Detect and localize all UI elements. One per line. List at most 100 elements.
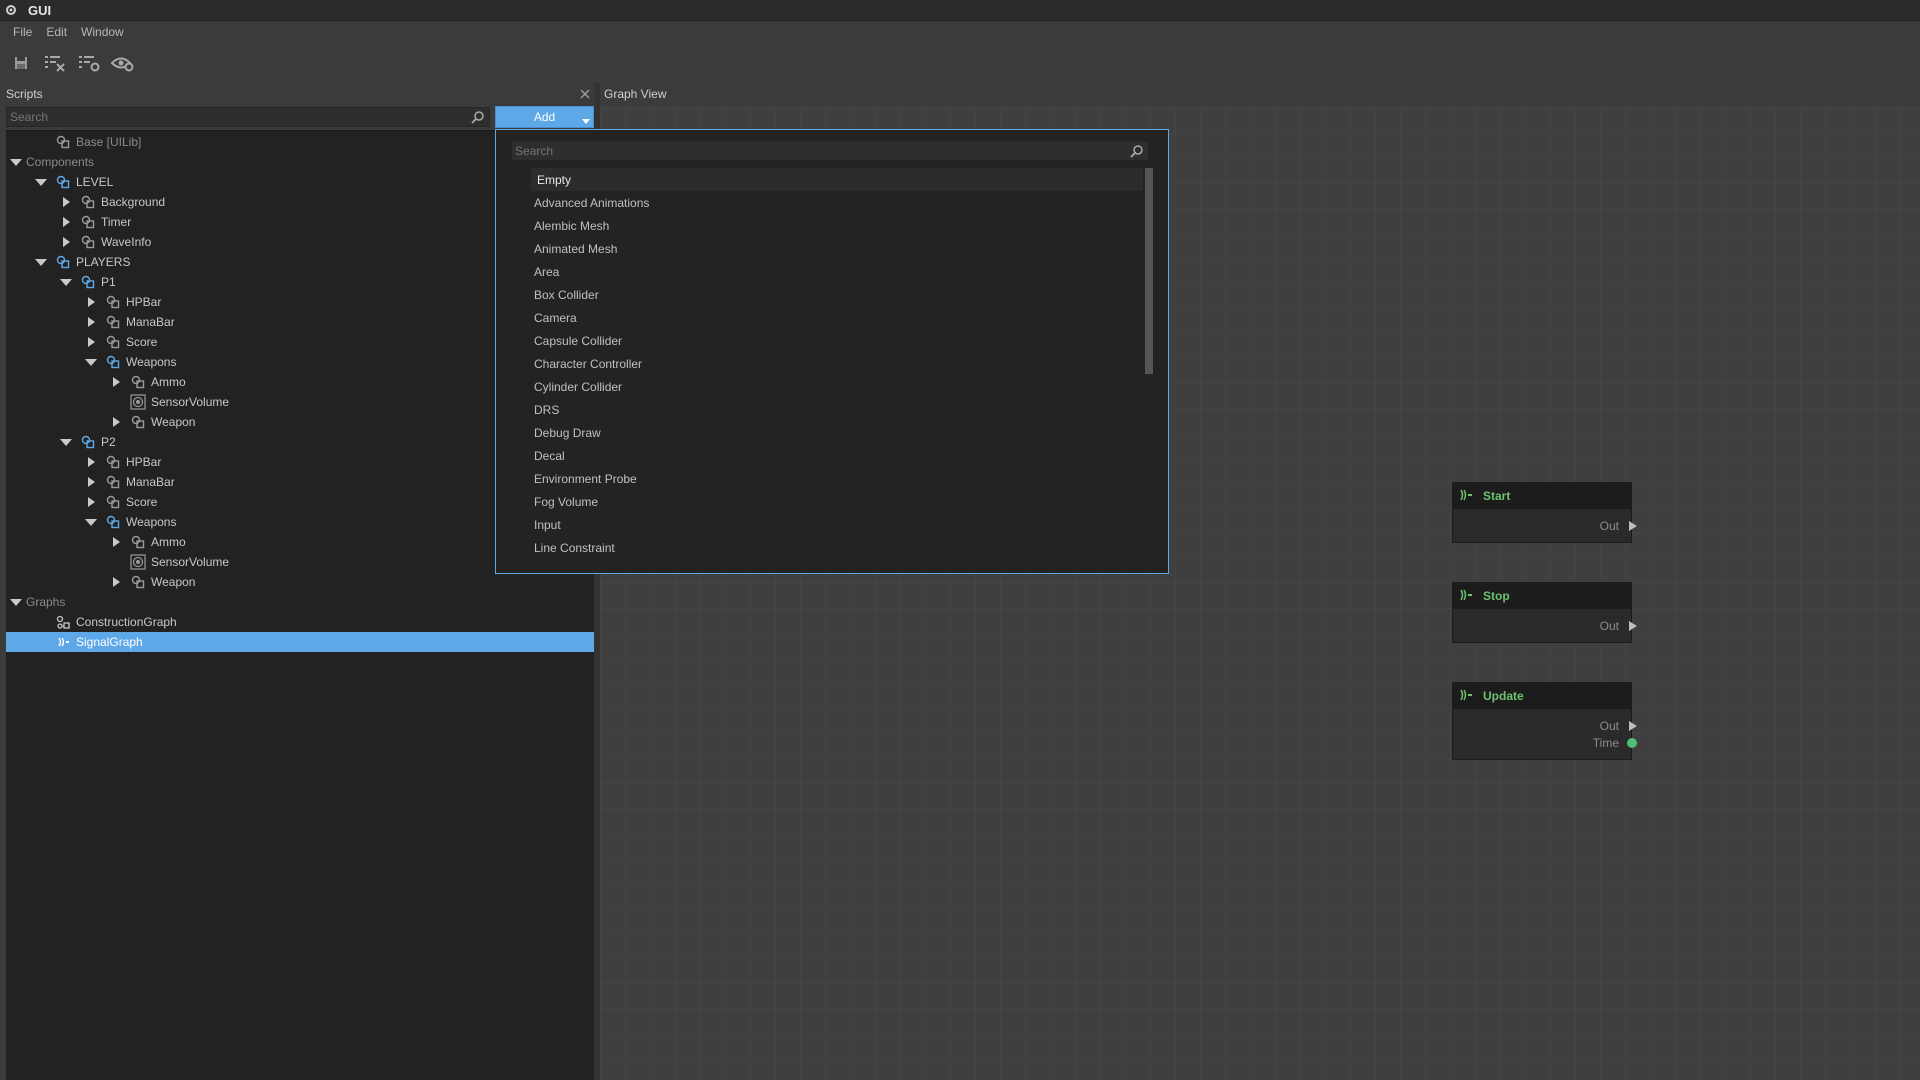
search-icon[interactable] <box>471 110 485 127</box>
component-blue-icon <box>80 434 96 450</box>
add-button[interactable]: Add <box>495 106 594 128</box>
tree-item-label: Ammo <box>151 375 186 389</box>
collapsed-arrow-icon[interactable] <box>85 296 97 308</box>
expanded-arrow-icon[interactable] <box>35 176 47 188</box>
tree-item-weapon[interactable]: Weapon <box>6 572 594 592</box>
collapsed-arrow-icon[interactable] <box>85 456 97 468</box>
collapsed-arrow-icon[interactable] <box>110 376 122 388</box>
component-blue-icon <box>55 174 71 190</box>
tree-item-constructiongraph[interactable]: ConstructionGraph <box>6 612 594 632</box>
tree-item-label: Timer <box>101 215 132 229</box>
save-button[interactable] <box>8 50 34 76</box>
dropdown-arrow-icon <box>582 119 590 124</box>
popup-item-input[interactable]: Input <box>531 513 1143 536</box>
popup-search-input[interactable] <box>512 142 1112 160</box>
port-label: Out <box>1599 518 1619 533</box>
component-icon <box>105 334 121 350</box>
tree-item-graphs[interactable]: Graphs <box>6 592 594 612</box>
popup-item-camera[interactable]: Camera <box>531 306 1143 329</box>
tree-item-label: Background <box>101 195 166 209</box>
popup-item-area[interactable]: Area <box>531 260 1143 283</box>
node-port-out: Out <box>1453 517 1637 534</box>
popup-item-decal[interactable]: Decal <box>531 444 1143 467</box>
port-label: Out <box>1599 618 1619 633</box>
window-title: GUI <box>28 2 52 18</box>
graph-node-start[interactable]: Start Out <box>1452 482 1637 543</box>
collapsed-arrow-icon[interactable] <box>85 336 97 348</box>
tree-item-label: WaveInfo <box>101 235 152 249</box>
search-icon[interactable] <box>1130 144 1144 161</box>
popup-search-box <box>511 141 1149 161</box>
tree-item-label: Base [UILib] <box>76 135 142 149</box>
node-port-out: Out <box>1453 617 1637 634</box>
popup-item-environment-probe[interactable]: Environment Probe <box>531 467 1143 490</box>
menu-file[interactable]: File <box>6 25 39 39</box>
component-icon <box>130 574 146 590</box>
node-header[interactable]: Start <box>1453 483 1631 509</box>
popup-item-empty[interactable]: Empty <box>531 168 1143 191</box>
list-settings-button[interactable] <box>76 50 102 76</box>
graph-node-update[interactable]: Update Out Time <box>1452 682 1637 760</box>
tree-item-label: Components <box>26 155 95 169</box>
expanded-arrow-icon[interactable] <box>35 256 47 268</box>
exec-pin-icon[interactable] <box>1629 720 1637 731</box>
collapsed-arrow-icon[interactable] <box>85 476 97 488</box>
popup-item-character-controller[interactable]: Character Controller <box>531 352 1143 375</box>
popup-item-capsule-collider[interactable]: Capsule Collider <box>531 329 1143 352</box>
popup-item-fog-volume[interactable]: Fog Volume <box>531 490 1143 513</box>
component-blue-icon <box>80 274 96 290</box>
collapsed-arrow-icon[interactable] <box>110 416 122 428</box>
collapsed-arrow-icon[interactable] <box>110 576 122 588</box>
deselect-list-button[interactable] <box>42 50 68 76</box>
popup-item-debug-draw[interactable]: Debug Draw <box>531 421 1143 444</box>
tree-item-label: LEVEL <box>76 175 114 189</box>
tree-arrow-spacer <box>110 556 122 568</box>
expanded-arrow-icon[interactable] <box>85 356 97 368</box>
expanded-arrow-icon[interactable] <box>85 516 97 528</box>
component-icon <box>80 214 96 230</box>
expanded-arrow-icon[interactable] <box>10 156 22 168</box>
tree-item-label: P1 <box>101 275 116 289</box>
node-header[interactable]: Stop <box>1453 583 1631 609</box>
popup-item-advanced-animations[interactable]: Advanced Animations <box>531 191 1143 214</box>
menu-edit[interactable]: Edit <box>39 25 74 39</box>
port-label: Time <box>1592 735 1619 750</box>
signal-icon <box>1459 689 1473 704</box>
graph-view-header: Graph View <box>600 83 1920 105</box>
eye-settings-button[interactable] <box>110 50 136 76</box>
collapsed-arrow-icon[interactable] <box>60 236 72 248</box>
component-blue-icon <box>105 514 121 530</box>
value-pin-icon[interactable] <box>1627 737 1637 748</box>
tree-item-signalgraph[interactable]: SignalGraph <box>6 632 594 652</box>
scripts-close-button[interactable] <box>578 87 592 101</box>
list-settings-icon <box>79 56 100 72</box>
component-icon <box>130 414 146 430</box>
collapsed-arrow-icon[interactable] <box>110 536 122 548</box>
popup-item-drs[interactable]: DRS <box>531 398 1143 421</box>
popup-item-box-collider[interactable]: Box Collider <box>531 283 1143 306</box>
scripts-search-input[interactable] <box>7 110 467 124</box>
expanded-arrow-icon[interactable] <box>60 276 72 288</box>
scripts-panel-header: Scripts <box>0 83 594 105</box>
expanded-arrow-icon[interactable] <box>60 436 72 448</box>
node-header[interactable]: Update <box>1453 683 1631 709</box>
collapsed-arrow-icon[interactable] <box>85 496 97 508</box>
signal-icon <box>1459 589 1473 604</box>
collapsed-arrow-icon[interactable] <box>60 216 72 228</box>
tree-item-label: SensorVolume <box>151 395 230 409</box>
popup-item-alembic-mesh[interactable]: Alembic Mesh <box>531 214 1143 237</box>
exec-pin-icon[interactable] <box>1629 620 1637 631</box>
menu-window[interactable]: Window <box>74 25 131 39</box>
popup-item-line-constraint[interactable]: Line Constraint <box>531 536 1143 559</box>
collapsed-arrow-icon[interactable] <box>85 316 97 328</box>
node-title: Start <box>1483 489 1511 503</box>
close-icon <box>580 89 590 99</box>
graph-node-stop[interactable]: Stop Out <box>1452 582 1637 643</box>
collapsed-arrow-icon[interactable] <box>60 196 72 208</box>
popup-item-cylinder-collider[interactable]: Cylinder Collider <box>531 375 1143 398</box>
expanded-arrow-icon[interactable] <box>10 596 22 608</box>
popup-scrollbar[interactable] <box>1145 168 1153 374</box>
popup-item-animated-mesh[interactable]: Animated Mesh <box>531 237 1143 260</box>
exec-pin-icon[interactable] <box>1629 520 1637 531</box>
eye-settings-icon <box>111 57 134 72</box>
